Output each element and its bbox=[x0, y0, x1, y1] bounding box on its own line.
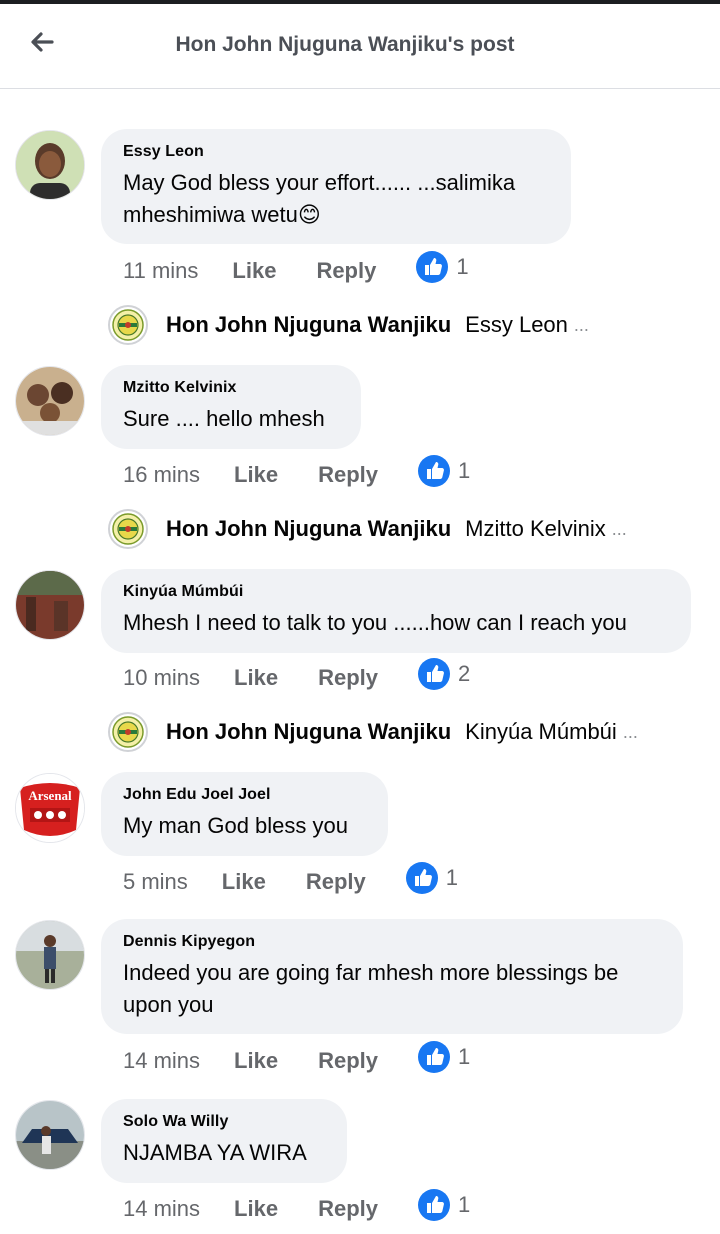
reaction-summary[interactable]: 1 bbox=[418, 455, 470, 487]
seal-icon bbox=[110, 511, 146, 547]
reaction-summary[interactable]: 1 bbox=[416, 251, 469, 283]
comment-meta: 14 mins Like Reply 1 bbox=[123, 1044, 470, 1078]
comment-time[interactable]: 14 mins bbox=[123, 1196, 200, 1222]
reply-button[interactable]: Reply bbox=[318, 665, 378, 691]
thumbs-up-icon bbox=[418, 1041, 450, 1073]
reply-ellipsis: ... bbox=[611, 518, 627, 539]
comment-bubble: Essy Leon May God bless your effort.....… bbox=[101, 129, 571, 244]
reply-button[interactable]: Reply bbox=[318, 462, 378, 488]
comment-author[interactable]: Essy Leon bbox=[123, 143, 549, 161]
page-title: Hon John Njuguna Wanjiku's post bbox=[175, 33, 515, 56]
comment-meta: 11 mins Like Reply 1 bbox=[123, 254, 469, 288]
reaction-count: 1 bbox=[458, 458, 471, 483]
thumbs-up-icon bbox=[418, 455, 450, 487]
reply-snippet: Mzitto Kelvinix bbox=[465, 516, 606, 541]
reply-ellipsis: ... bbox=[622, 721, 638, 742]
like-button[interactable]: Like bbox=[234, 1196, 278, 1222]
reply-button[interactable]: Reply bbox=[316, 258, 376, 284]
app-header: Hon John Njuguna Wanjiku's post bbox=[0, 4, 720, 89]
avatar-photo: Arsenal bbox=[16, 774, 84, 842]
comment-text: Indeed you are going far mhesh more bles… bbox=[123, 960, 619, 1017]
reply-button[interactable]: Reply bbox=[306, 869, 366, 895]
like-button[interactable]: Like bbox=[234, 665, 278, 691]
comment-time[interactable]: 11 mins bbox=[123, 258, 198, 284]
avatar-photo bbox=[16, 131, 84, 199]
avatar[interactable] bbox=[15, 130, 85, 200]
avatar-photo bbox=[16, 367, 84, 435]
reply-author: Hon John Njuguna Wanjiku bbox=[166, 719, 452, 744]
seal-icon bbox=[110, 307, 146, 343]
reply-ellipsis: ... bbox=[573, 314, 589, 335]
comment-author[interactable]: Mzitto Kelvinix bbox=[123, 379, 339, 397]
reply-snippet: Kinyúa Múmbúi bbox=[465, 719, 617, 744]
reaction-summary[interactable]: 1 bbox=[406, 862, 458, 894]
reply-avatar bbox=[108, 305, 148, 345]
avatar-photo bbox=[16, 1101, 84, 1169]
comment-meta: 16 mins Like Reply 1 bbox=[123, 458, 470, 492]
comment-author[interactable]: Kinyúa Múmbúi bbox=[123, 583, 669, 601]
reaction-count: 1 bbox=[458, 1044, 471, 1069]
thumbs-up-icon bbox=[418, 1189, 450, 1221]
comment-time[interactable]: 16 mins bbox=[123, 462, 200, 488]
reply-preview[interactable]: Hon John Njuguna Wanjiku Essy Leon ... bbox=[108, 305, 589, 345]
comment-time[interactable]: 5 mins bbox=[123, 869, 188, 895]
comment-text: Sure .... hello mhesh bbox=[123, 406, 325, 431]
comment-bubble: Mzitto Kelvinix Sure .... hello mhesh bbox=[101, 365, 361, 449]
avatar-photo bbox=[16, 571, 84, 639]
comment-text: NJAMBA YA WIRA bbox=[123, 1140, 307, 1165]
avatar-crest-text: Arsenal bbox=[28, 788, 72, 803]
reply-avatar bbox=[108, 509, 148, 549]
reply-preview[interactable]: Hon John Njuguna Wanjiku Kinyúa Múmbúi .… bbox=[108, 712, 638, 752]
avatar[interactable] bbox=[15, 1100, 85, 1170]
avatar[interactable] bbox=[15, 570, 85, 640]
reply-button[interactable]: Reply bbox=[318, 1196, 378, 1222]
avatar[interactable] bbox=[15, 366, 85, 436]
comment-bubble: Kinyúa Múmbúi Mhesh I need to talk to yo… bbox=[101, 569, 691, 653]
seal-icon bbox=[110, 714, 146, 750]
comment-author[interactable]: Solo Wa Willy bbox=[123, 1113, 325, 1131]
reaction-count: 1 bbox=[458, 1192, 471, 1217]
avatar[interactable] bbox=[15, 920, 85, 990]
reply-preview[interactable]: Hon John Njuguna Wanjiku Mzitto Kelvinix… bbox=[108, 509, 627, 549]
comment-author[interactable]: Dennis Kipyegon bbox=[123, 933, 661, 951]
reply-author: Hon John Njuguna Wanjiku bbox=[166, 312, 452, 337]
like-button[interactable]: Like bbox=[232, 258, 276, 284]
comment-author[interactable]: John Edu Joel Joel bbox=[123, 786, 366, 804]
comment-bubble: Dennis Kipyegon Indeed you are going far… bbox=[101, 919, 683, 1034]
avatar[interactable]: Arsenal bbox=[15, 773, 85, 843]
comment-meta: 5 mins Like Reply 1 bbox=[123, 865, 458, 899]
reply-avatar bbox=[108, 712, 148, 752]
comment-meta: 14 mins Like Reply 1 bbox=[123, 1192, 470, 1226]
comment-bubble: Solo Wa Willy NJAMBA YA WIRA bbox=[101, 1099, 347, 1183]
reaction-summary[interactable]: 1 bbox=[418, 1189, 470, 1221]
reply-snippet: Essy Leon bbox=[465, 312, 568, 337]
thumbs-up-icon bbox=[416, 251, 448, 283]
like-button[interactable]: Like bbox=[234, 1048, 278, 1074]
reaction-count: 1 bbox=[445, 865, 458, 890]
comment-text: My man God bless you bbox=[123, 813, 348, 838]
reaction-summary[interactable]: 1 bbox=[418, 1041, 470, 1073]
comment-text: May God bless your effort...... ...salim… bbox=[123, 170, 516, 227]
thumbs-up-icon bbox=[418, 658, 450, 690]
avatar-photo bbox=[16, 921, 84, 989]
reply-button[interactable]: Reply bbox=[318, 1048, 378, 1074]
comment-meta: 10 mins Like Reply 2 bbox=[123, 661, 470, 695]
like-button[interactable]: Like bbox=[222, 869, 266, 895]
comment-time[interactable]: 10 mins bbox=[123, 665, 200, 691]
reaction-count: 1 bbox=[456, 254, 469, 279]
reaction-count: 2 bbox=[458, 661, 471, 686]
reply-author: Hon John Njuguna Wanjiku bbox=[166, 516, 452, 541]
thumbs-up-icon bbox=[406, 862, 438, 894]
comment-bubble: John Edu Joel Joel My man God bless you bbox=[101, 772, 388, 856]
comment-text: Mhesh I need to talk to you ......how ca… bbox=[123, 610, 627, 635]
like-button[interactable]: Like bbox=[234, 462, 278, 488]
reaction-summary[interactable]: 2 bbox=[418, 658, 470, 690]
comment-time[interactable]: 14 mins bbox=[123, 1048, 200, 1074]
